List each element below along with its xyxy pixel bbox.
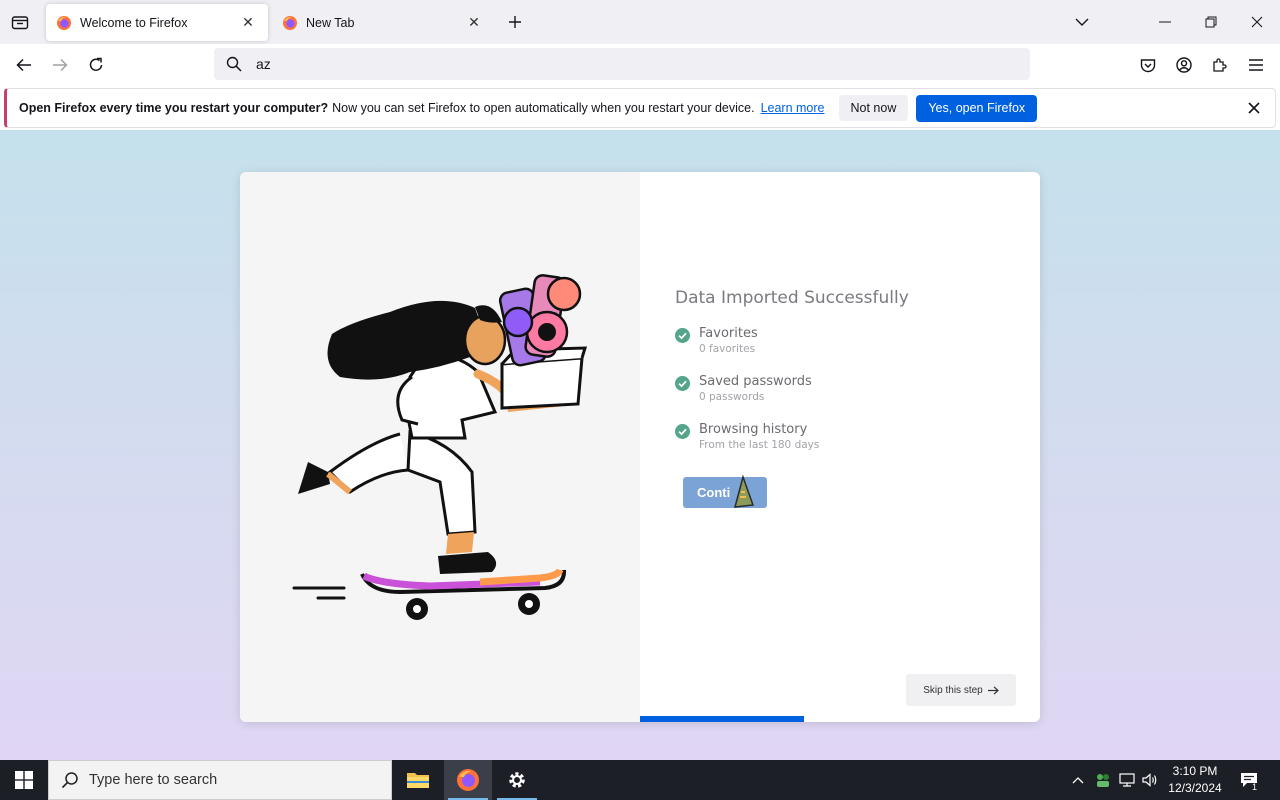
search-icon	[226, 56, 242, 72]
tab-new-tab[interactable]: New Tab ✕	[272, 4, 494, 41]
firefox-taskbar-button[interactable]	[444, 760, 492, 800]
import-item-detail: From the last 180 days	[699, 439, 820, 451]
learn-more-link[interactable]: Learn more	[761, 101, 825, 115]
people-icon	[1097, 774, 1109, 787]
volume-button[interactable]	[1140, 760, 1160, 800]
skip-step-label: Skip this step	[923, 684, 983, 696]
taskbar-search-placeholder: Type here to search	[89, 772, 218, 788]
new-tab-button[interactable]	[502, 8, 528, 36]
extensions-button[interactable]	[1205, 50, 1235, 80]
hamburger-menu-icon	[1249, 59, 1263, 71]
plus-icon	[509, 16, 521, 28]
action-center-button[interactable]	[1234, 760, 1264, 800]
network-button[interactable]	[1116, 760, 1138, 800]
tab-close-icon[interactable]: ✕	[464, 13, 484, 33]
clock-date: 12/3/2024	[1168, 781, 1222, 795]
not-now-button[interactable]: Not now	[838, 95, 909, 121]
onboarding-card: Data Imported Successfully Favorites 0 f…	[240, 172, 1040, 722]
settings-taskbar-button[interactable]	[493, 760, 541, 800]
account-icon	[1176, 57, 1192, 73]
taskbar-clock[interactable]: 3:10 PM 12/3/2024	[1160, 763, 1230, 797]
restore-icon	[1205, 16, 1217, 28]
app-menu-button[interactable]	[1241, 50, 1271, 80]
minimize-icon	[1159, 21, 1171, 23]
chevron-down-icon	[1075, 18, 1089, 26]
firefox-view-button[interactable]	[6, 8, 34, 36]
windows-taskbar: Type here to search 3:10 PM 12/3/2024 1	[0, 760, 1280, 800]
import-item-label: Favorites	[699, 326, 758, 341]
firefox-icon	[283, 15, 297, 30]
forward-arrow-icon	[53, 58, 68, 72]
puzzle-icon	[1213, 58, 1227, 72]
illustration-panel	[240, 172, 640, 722]
show-hidden-icons-button[interactable]	[1068, 760, 1088, 800]
reload-icon	[89, 57, 103, 71]
pocket-icon	[1140, 58, 1156, 72]
file-explorer-button[interactable]	[394, 760, 442, 800]
tray-app-button[interactable]	[1092, 760, 1114, 800]
notification-close-button[interactable]	[1243, 97, 1265, 119]
account-button[interactable]	[1169, 50, 1199, 80]
check-circle-icon	[675, 328, 690, 343]
search-icon	[61, 772, 78, 789]
import-panel: Data Imported Successfully Favorites 0 f…	[640, 172, 1040, 722]
arrow-right-icon	[987, 685, 999, 695]
address-bar[interactable]: az	[214, 48, 1030, 80]
firefox-view-icon	[11, 16, 29, 30]
close-icon	[1251, 16, 1263, 28]
clock-time: 3:10 PM	[1172, 764, 1218, 778]
list-all-tabs-button[interactable]	[1068, 8, 1096, 36]
reload-button[interactable]	[81, 50, 111, 80]
back-button[interactable]	[9, 50, 39, 80]
import-item-detail: 0 passwords	[699, 391, 765, 403]
import-item-detail: 0 favorites	[699, 343, 756, 355]
forward-button[interactable]	[45, 50, 75, 80]
import-item-label: Browsing history	[699, 422, 808, 437]
minimize-button[interactable]	[1142, 0, 1188, 44]
close-window-button[interactable]	[1234, 0, 1280, 44]
default-browser-notification: Open Firefox every time you restart your…	[4, 88, 1276, 128]
check-circle-icon	[675, 424, 690, 439]
taskbar-search-box[interactable]: Type here to search	[48, 760, 392, 800]
back-arrow-icon	[16, 58, 31, 72]
tab-strip: Welcome to Firefox ✕ New Tab ✕	[0, 0, 1280, 44]
yes-open-firefox-button[interactable]: Yes, open Firefox	[916, 94, 1038, 122]
notification-count-badge: 1	[1252, 782, 1258, 792]
pocket-button[interactable]	[1133, 50, 1163, 80]
navigation-toolbar: az	[0, 44, 1280, 86]
windows-logo-icon	[15, 771, 33, 789]
gear-icon	[509, 772, 525, 788]
tab-title: Welcome to Firefox	[80, 15, 188, 30]
speaker-icon	[1142, 773, 1157, 787]
check-circle-icon	[675, 376, 690, 391]
page-content: Data Imported Successfully Favorites 0 f…	[0, 130, 1280, 760]
restore-button[interactable]	[1188, 0, 1234, 44]
tab-title: New Tab	[306, 15, 355, 30]
import-item-label: Saved passwords	[699, 374, 812, 389]
tab-close-icon[interactable]: ✕	[238, 13, 258, 33]
firefox-icon	[457, 769, 479, 791]
tab-welcome[interactable]: Welcome to Firefox ✕	[46, 4, 268, 41]
address-input-value[interactable]: az	[256, 56, 271, 72]
cursor-pointer-icon	[733, 475, 755, 508]
skip-step-button[interactable]: Skip this step	[906, 674, 1016, 706]
notification-heading: Open Firefox every time you restart your…	[19, 101, 329, 115]
network-icon	[1119, 773, 1135, 787]
chevron-up-icon	[1072, 777, 1084, 784]
firefox-icon	[57, 15, 71, 30]
start-button[interactable]	[0, 760, 48, 800]
close-icon	[1248, 102, 1260, 114]
skateboarder-illustration	[292, 274, 588, 620]
onboarding-progress-bar	[640, 716, 804, 722]
notification-message: Now you can set Firefox to open automati…	[332, 101, 755, 115]
import-title: Data Imported Successfully	[675, 288, 909, 308]
folder-icon	[407, 773, 429, 788]
